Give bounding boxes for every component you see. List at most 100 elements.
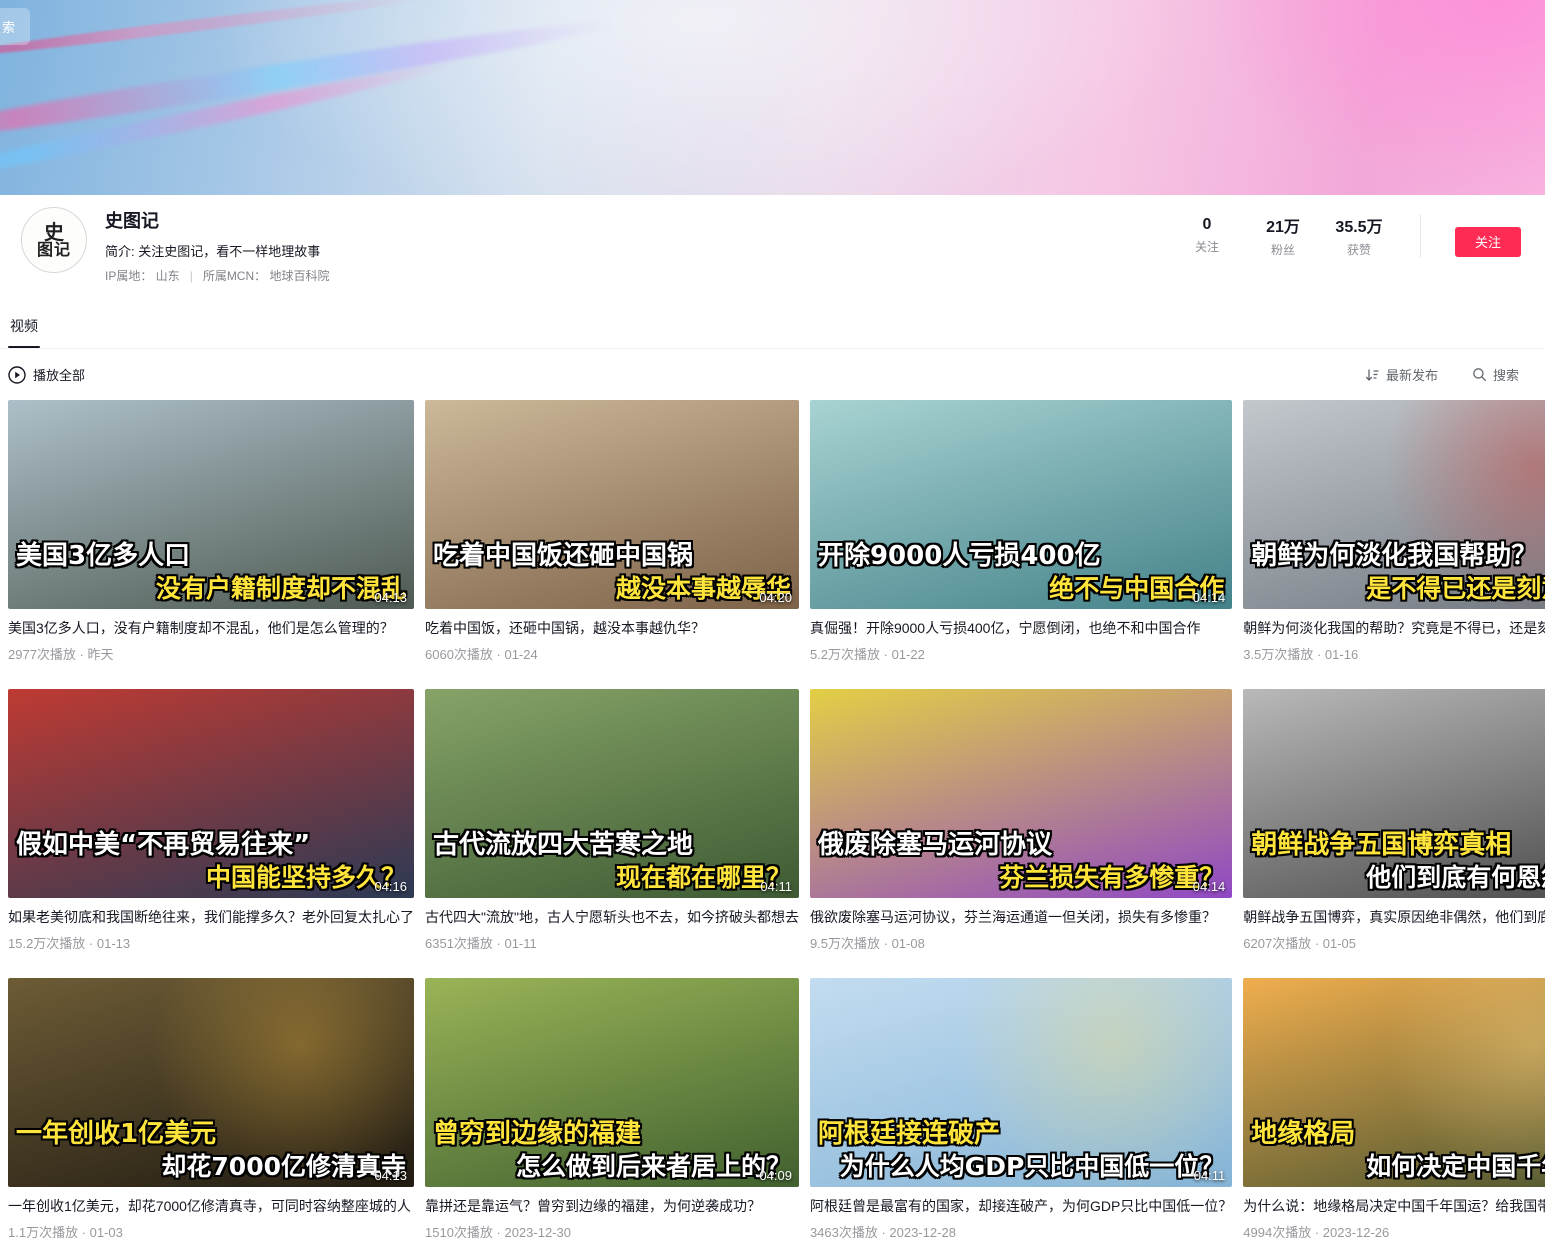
thumb-title-line2: 现在都在哪里？ [433,863,791,893]
video-title[interactable]: 美国3亿多人口，没有户籍制度却不混乱，他们是怎么管理的？ [8,618,414,638]
video-thumbnail[interactable]: 开除9000人亏损400亿绝不与中国合作 04:14 [810,400,1232,609]
video-card[interactable]: 俄废除塞马运河协议芬兰损失有多惨重？ 04:14 俄欲废除塞马运河协议，芬兰海运… [810,689,1232,952]
video-thumbnail[interactable]: 美国3亿多人口没有户籍制度却不混乱 04:13 [8,400,414,609]
video-card[interactable]: 美国3亿多人口没有户籍制度却不混乱 04:13 美国3亿多人口，没有户籍制度却不… [8,400,414,663]
tab-bar: 视频 [0,306,1545,349]
stat-value: 0 [1176,216,1238,234]
thumb-title-line1: 曾穷到边缘的福建 [433,1119,791,1150]
video-duration: 04:14 [1193,879,1226,894]
stat-likes[interactable]: 35.5万 获赞 [1328,213,1390,258]
thumb-title-line2: 是不得已还是刻意为之？ [1251,574,1545,604]
video-thumbnail[interactable]: 阿根廷接连破产为什么人均GDP只比中国低一位？ 04:11 [810,978,1232,1187]
video-thumbnail[interactable]: 地缘格局如何决定中国千年国运？ 06:59 [1243,978,1545,1187]
stat-value: 35.5万 [1328,213,1390,237]
banner-rainbow-streak [0,11,617,156]
thumb-title-line2: 怎么做到后来者居上的？ [433,1152,791,1182]
thumb-title-line1: 古代流放四大苦寒之地 [433,830,791,861]
video-card[interactable]: 开除9000人亏损400亿绝不与中国合作 04:14 真倔强！开除9000人亏损… [810,400,1232,663]
video-title[interactable]: 古代四大"流放"地，古人宁愿斩头也不去，如今挤破头都想去 [425,907,799,927]
video-thumbnail[interactable]: 吃着中国饭还砸中国锅越没本事越辱华 04:20 [425,400,799,609]
stat-label: 粉丝 [1252,241,1314,258]
sort-icon [1364,367,1380,383]
video-title[interactable]: 靠拼还是靠运气？曾穷到边缘的福建，为何逆袭成功？ [425,1196,799,1216]
thumb-title-line1: 地缘格局 [1251,1119,1545,1150]
video-duration: 04:20 [759,590,792,605]
video-duration: 04:11 [760,879,792,894]
video-title[interactable]: 俄欲废除塞马运河协议，芬兰海运通道一但关闭，损失有多惨重？ [810,907,1232,927]
video-card[interactable]: 假如中美“不再贸易往来”中国能坚持多久？ 04:16 如果老美彻底和我国断绝往来… [8,689,414,952]
meta-separator: | [190,269,193,283]
video-card[interactable]: 古代流放四大苦寒之地现在都在哪里？ 04:11 古代四大"流放"地，古人宁愿斩头… [425,689,799,952]
avatar[interactable]: 史 图记 [21,207,87,273]
profile-mcn: 所属MCN： 地球百科院 [203,269,330,283]
profile-stats: 0 关注 21万 粉丝 35.5万 获赞 关注 [1176,213,1521,258]
video-title[interactable]: 朝鲜战争五国博弈，真实原因绝非偶然，他们到底有何恩怨情仇？ [1243,907,1545,927]
video-title[interactable]: 吃着中国饭，还砸中国锅，越没本事越仇华？ [425,618,799,638]
thumb-title-line1: 朝鲜战争五国博弈真相 [1251,830,1545,861]
stat-value: 21万 [1252,213,1314,237]
video-thumbnail[interactable]: 俄废除塞马运河协议芬兰损失有多惨重？ 04:14 [810,689,1232,898]
follow-button[interactable]: 关注 [1455,227,1521,257]
search-button[interactable]: 搜索 [1472,365,1519,384]
video-meta: 5.2万次播放 · 01-22 [810,644,1232,663]
video-title[interactable]: 阿根廷曾是最富有的国家，却接连破产，为何GDP只比中国低一位？ [810,1196,1232,1216]
video-thumbnail[interactable]: 曾穷到边缘的福建怎么做到后来者居上的？ 04:09 [425,978,799,1187]
video-title[interactable]: 如果老美彻底和我国断绝往来，我们能撑多久？老外回复太扎心了 [8,907,414,927]
play-all-button[interactable]: 播放全部 [8,365,85,384]
thumb-title-line1: 吃着中国饭还砸中国锅 [433,541,791,572]
video-card[interactable]: 朝鲜为何淡化我国帮助？是不得已还是刻意为之？ 04:14 朝鲜为何淡化我国的帮助… [1243,400,1545,663]
video-title[interactable]: 为什么说：地缘格局决定中国千年国运？给我国带来怎样的影响？ [1243,1196,1545,1216]
video-meta: 9.5万次播放 · 01-08 [810,933,1232,952]
video-meta: 4994次播放 · 2023-12-26 [1243,1222,1545,1241]
stat-followers[interactable]: 21万 粉丝 [1252,213,1314,258]
sort-button[interactable]: 最新发布 [1364,365,1438,384]
video-thumbnail[interactable]: 朝鲜为何淡化我国帮助？是不得已还是刻意为之？ 04:14 [1243,400,1545,609]
thumb-title-line2: 为什么人均GDP只比中国低一位？ [818,1152,1224,1182]
video-meta: 6351次播放 · 01-11 [425,933,799,952]
video-meta: 6060次播放 · 01-24 [425,644,799,663]
video-duration: 04:11 [1194,1168,1226,1183]
video-card[interactable]: 吃着中国饭还砸中国锅越没本事越辱华 04:20 吃着中国饭，还砸中国锅，越没本事… [425,400,799,663]
play-all-label: 播放全部 [33,365,85,384]
video-grid: 美国3亿多人口没有户籍制度却不混乱 04:13 美国3亿多人口，没有户籍制度却不… [0,398,1545,1241]
video-thumbnail[interactable]: 古代流放四大苦寒之地现在都在哪里？ 04:11 [425,689,799,898]
search-chip[interactable]: 搜索 [0,8,30,45]
stat-following[interactable]: 0 关注 [1176,216,1238,255]
profile-name: 史图记 [105,207,1176,233]
video-card[interactable]: 朝鲜战争五国博弈真相他们到底有何恩怨情仇？ 06:55 朝鲜战争五国博弈，真实原… [1243,689,1545,952]
thumb-title-line2: 中国能坚持多久？ [16,863,406,893]
avatar-text: 史 [44,222,64,242]
video-title[interactable]: 真倔强！开除9000人亏损400亿，宁愿倒闭，也绝不和中国合作 [810,618,1232,638]
video-meta: 15.2万次播放 · 01-13 [8,933,414,952]
video-meta: 3463次播放 · 2023-12-28 [810,1222,1232,1241]
avatar-text: 图记 [37,242,71,258]
thumb-title-line2: 如何决定中国千年国运？ [1251,1152,1545,1182]
video-title[interactable]: 一年创收1亿美元，却花7000亿修清真寺，可同时容纳整座城的人 [8,1196,414,1216]
toolbar: 播放全部 最新发布 搜索 [0,349,1545,398]
thumb-title-line1: 美国3亿多人口 [16,541,406,572]
video-card[interactable]: 阿根廷接连破产为什么人均GDP只比中国低一位？ 04:11 阿根廷曾是最富有的国… [810,978,1232,1241]
video-meta: 1.1万次播放 · 01-03 [8,1222,414,1241]
video-thumbnail[interactable]: 一年创收1亿美元却花7000亿修清真寺 04:13 [8,978,414,1187]
video-thumbnail[interactable]: 朝鲜战争五国博弈真相他们到底有何恩怨情仇？ 06:55 [1243,689,1545,898]
tab-videos[interactable]: 视频 [8,306,40,348]
video-title[interactable]: 朝鲜为何淡化我国的帮助？究竟是不得已，还是刻意而为之？ [1243,618,1545,638]
sort-label: 最新发布 [1386,365,1438,384]
thumb-title-line2: 绝不与中国合作 [818,574,1224,604]
profile-ip: IP属地： 山东 [105,269,180,283]
thumb-title-line2: 却花7000亿修清真寺 [16,1152,406,1182]
profile-meta: IP属地： 山东 | 所属MCN： 地球百科院 [105,267,1176,284]
thumb-title-line1: 阿根廷接连破产 [818,1119,1224,1150]
thumb-title-line1: 假如中美“不再贸易往来” [16,830,406,861]
play-circle-icon [8,366,26,384]
video-card[interactable]: 地缘格局如何决定中国千年国运？ 06:59 为什么说：地缘格局决定中国千年国运？… [1243,978,1545,1241]
stat-label: 获赞 [1328,241,1390,258]
stat-label: 关注 [1176,238,1238,255]
video-card[interactable]: 一年创收1亿美元却花7000亿修清真寺 04:13 一年创收1亿美元，却花700… [8,978,414,1241]
thumb-title-line1: 俄废除塞马运河协议 [818,830,1224,861]
thumb-title-line1: 朝鲜为何淡化我国帮助？ [1251,541,1545,572]
video-meta: 2977次播放 · 昨天 [8,644,414,663]
banner-rainbow-streak [0,0,439,62]
video-thumbnail[interactable]: 假如中美“不再贸易往来”中国能坚持多久？ 04:16 [8,689,414,898]
video-card[interactable]: 曾穷到边缘的福建怎么做到后来者居上的？ 04:09 靠拼还是靠运气？曾穷到边缘的… [425,978,799,1241]
